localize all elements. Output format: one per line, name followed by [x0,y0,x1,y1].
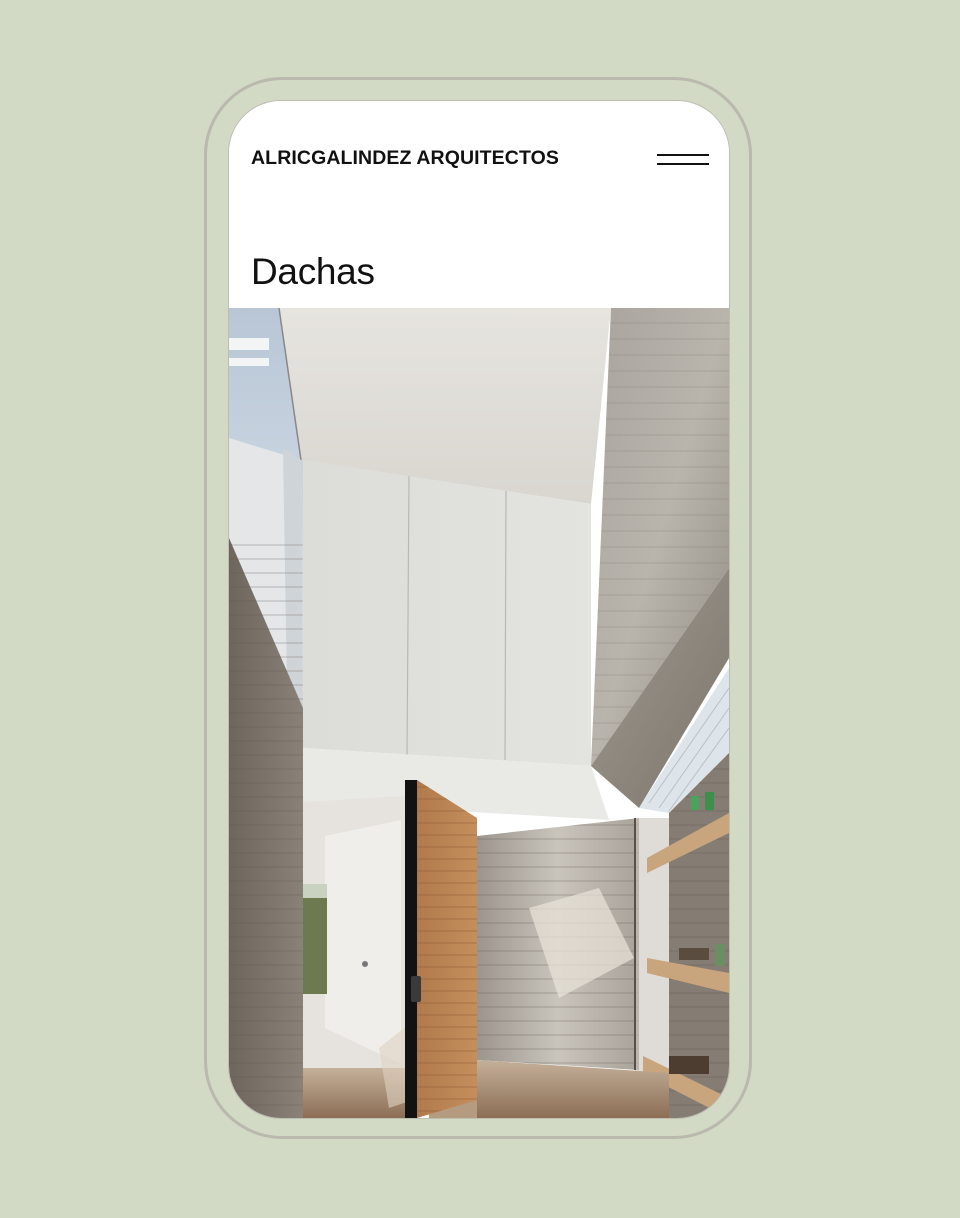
menu-button[interactable] [655,152,711,168]
brand-logo[interactable]: ALRICGALINDEZ ARQUITECTOS [251,147,559,170]
site-header: ALRICGALINDEZ ARQUITECTOS Dachas [229,101,729,308]
phone-screen: ALRICGALINDEZ ARQUITECTOS Dachas [229,101,729,1118]
hero-image [229,308,729,1118]
page-title: Dachas [251,251,375,292]
